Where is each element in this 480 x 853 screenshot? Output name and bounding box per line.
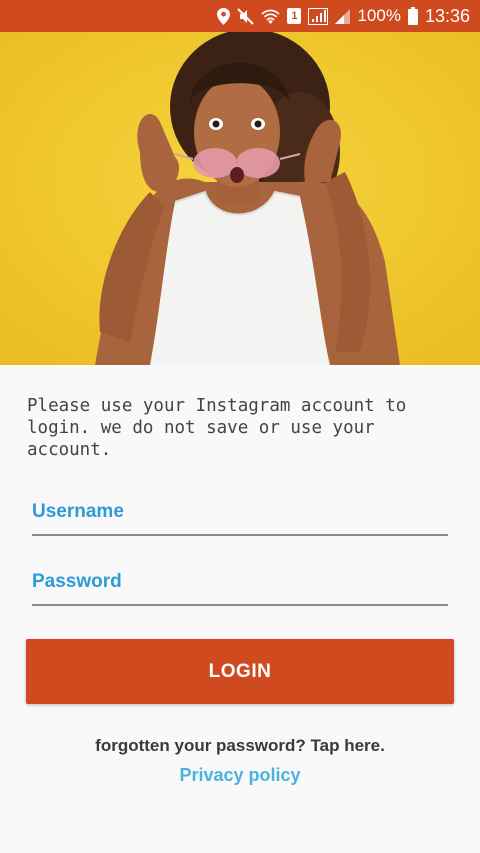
- info-text: Please use your Instagram account to log…: [27, 396, 407, 460]
- login-button[interactable]: LOGIN: [26, 639, 454, 704]
- battery-icon: [407, 7, 418, 25]
- signal-2-icon: [335, 8, 351, 24]
- password-input[interactable]: [32, 560, 448, 604]
- mute-icon: [237, 7, 255, 25]
- forgot-password-link[interactable]: forgotten your password? Tap here.: [0, 736, 480, 756]
- hero-illustration: [0, 32, 480, 365]
- woman-with-sunglasses-photo: [0, 32, 480, 365]
- username-field-container: [32, 490, 448, 536]
- wifi-icon: [261, 9, 281, 24]
- sim-icon: 1: [287, 8, 302, 24]
- status-bar: 1 100% 13:36: [0, 0, 480, 32]
- battery-level: 100%: [357, 6, 401, 25]
- username-input[interactable]: [32, 490, 448, 534]
- location-icon: [217, 7, 231, 25]
- privacy-policy-link[interactable]: Privacy policy: [0, 765, 480, 786]
- password-field-container: [32, 560, 448, 606]
- clock: 13:36: [424, 5, 470, 26]
- signal-icon: [308, 7, 329, 25]
